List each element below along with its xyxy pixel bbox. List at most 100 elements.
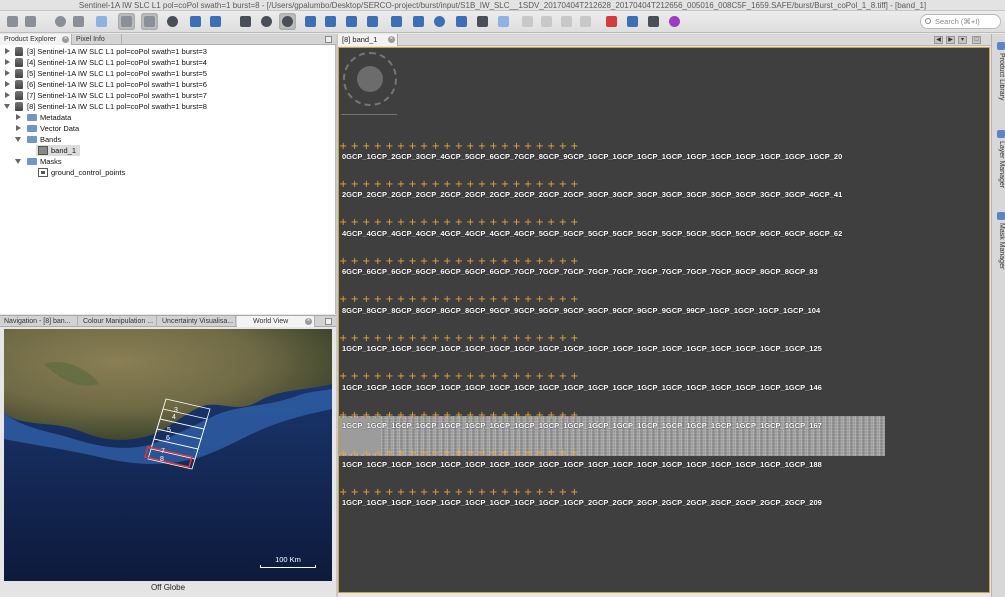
- collapse-arrow-icon[interactable]: [15, 137, 21, 142]
- close-icon[interactable]: ×: [62, 36, 69, 43]
- product-icon: [15, 80, 23, 89]
- tile-single-button[interactable]: [577, 13, 594, 30]
- graph-icon: [73, 16, 84, 27]
- expand-arrow-icon[interactable]: [16, 125, 21, 131]
- gcp-label-row: 1GCP_1GCP_1GCP_1GCP_1GCP_1GCP_1GCP_1GCP_…: [342, 460, 822, 469]
- navigation-control-icon[interactable]: [343, 52, 397, 106]
- tool-label: Layer Manager: [998, 141, 1005, 189]
- gcp-label-row: 4GCP_4GCP_4GCP_4GCP_4GCP_4GCP_4GCP_4GCP_…: [342, 229, 843, 238]
- pin-placing-icon: [305, 16, 316, 27]
- gcp-label-row: 2GCP_2GCP_2GCP_2GCP_2GCP_2GCP_2GCP_2GCP_…: [342, 190, 843, 199]
- pin-manager-button[interactable]: [141, 13, 158, 30]
- tab-world-view[interactable]: World View ×: [237, 316, 315, 327]
- tab-colour-manipulation[interactable]: Colour Manipulation ...: [79, 316, 157, 327]
- tree-item-label: Bands: [40, 135, 62, 144]
- tree-item-label: band_1: [51, 146, 77, 155]
- collapse-arrow-icon[interactable]: [15, 159, 21, 164]
- scroll-right-icon[interactable]: ▶: [946, 36, 955, 44]
- pin-placing-button[interactable]: [302, 13, 319, 30]
- pan-knob[interactable]: [357, 66, 383, 92]
- select-tool-button[interactable]: [237, 13, 254, 30]
- close-icon[interactable]: ×: [305, 318, 312, 325]
- tile-horizontal-button[interactable]: [538, 13, 555, 30]
- gcp-placing-button[interactable]: [322, 13, 339, 30]
- plugin-icon: [669, 16, 680, 27]
- scroll-left-icon[interactable]: ◀: [934, 36, 943, 44]
- collapse-arrow-icon[interactable]: [4, 104, 10, 109]
- app-window: Sentinel-1A IW SLC L1 pol=coPol swath=1 …: [0, 0, 1005, 597]
- magic-wand-button[interactable]: [364, 13, 381, 30]
- expand-arrow-icon[interactable]: [5, 70, 10, 76]
- tree-item-label: ground_control_points: [51, 168, 126, 177]
- session-icon: [55, 16, 66, 27]
- world-map: 3 4 5 6 7 8: [4, 329, 332, 581]
- graph-button[interactable]: [70, 13, 87, 30]
- gcp-marker-row: + + + + + + + + + + + + + + + + + + + + …: [339, 217, 579, 228]
- close-icon[interactable]: ×: [388, 36, 395, 43]
- tab-label: Uncertainty Visualisa...: [162, 318, 234, 325]
- tile-evenly-button[interactable]: [519, 13, 536, 30]
- tab-label: Colour Manipulation ...: [83, 318, 154, 325]
- save-product-button[interactable]: [22, 13, 39, 30]
- select-tool-icon: [240, 16, 251, 27]
- gcp-manager-button[interactable]: [164, 13, 181, 30]
- tool-product-library[interactable]: Product Library: [993, 42, 1005, 100]
- expand-arrow-icon[interactable]: [5, 48, 10, 54]
- tile-vertical-icon: [561, 16, 572, 27]
- measure-button[interactable]: [495, 13, 512, 30]
- gcp-marker-row: + + + + + + + + + + + + + + + + + + + + …: [339, 179, 579, 190]
- band-maths-button[interactable]: [93, 13, 110, 30]
- tree-item-label: [5] Sentinel-1A IW SLC L1 pol=coPol swat…: [27, 69, 207, 78]
- save-product-icon: [25, 16, 36, 27]
- spectrum-button[interactable]: [474, 13, 491, 30]
- pan-tool-button[interactable]: [258, 13, 275, 30]
- draw-line-button[interactable]: [453, 13, 470, 30]
- draw-ellipse-button[interactable]: [431, 13, 448, 30]
- binary-button[interactable]: [645, 13, 662, 30]
- tab-list-icon[interactable]: ▾: [958, 36, 967, 44]
- maximize-icon[interactable]: □: [972, 36, 981, 44]
- tab-navigation[interactable]: Navigation - [8] ban...: [0, 316, 78, 327]
- gcp-placing-icon: [210, 16, 221, 27]
- gcp-marker-row: + + + + + + + + + + + + + + + + + + + + …: [339, 448, 579, 459]
- footprint-label: 7: [161, 448, 165, 455]
- minimize-panel-button[interactable]: [325, 36, 332, 43]
- plugin-button[interactable]: [666, 13, 683, 30]
- expand-arrow-icon[interactable]: [16, 114, 21, 120]
- tab-pixel-info[interactable]: Pixel Info: [72, 34, 122, 45]
- tree-item-band-1[interactable]: band_1: [36, 145, 80, 156]
- gcp-label-row: 1GCP_1GCP_1GCP_1GCP_1GCP_1GCP_1GCP_1GCP_…: [342, 344, 822, 353]
- draw-rectangle-button[interactable]: [388, 13, 405, 30]
- product-icon: [15, 47, 23, 56]
- expand-arrow-icon[interactable]: [5, 81, 10, 87]
- zoom-tool-button[interactable]: [279, 13, 296, 30]
- tab-label: Navigation - [8] ban...: [4, 318, 71, 325]
- session-button[interactable]: [52, 13, 69, 30]
- expand-arrow-icon[interactable]: [5, 92, 10, 98]
- satellite-button[interactable]: [603, 13, 620, 30]
- expand-arrow-icon[interactable]: [5, 59, 10, 65]
- tab-product-explorer[interactable]: Product Explorer ×: [0, 34, 72, 45]
- tool-mask-manager[interactable]: Mask Manager: [993, 212, 1005, 269]
- gcp-marker-row: + + + + + + + + + + + + + + + + + + + + …: [339, 256, 579, 267]
- tool-layer-manager[interactable]: Layer Manager: [993, 130, 1005, 188]
- draw-polygon-button[interactable]: [410, 13, 427, 30]
- open-product-button[interactable]: [4, 13, 21, 30]
- gcp-tool-button[interactable]: [207, 13, 224, 30]
- gcp-marker-row: + + + + + + + + + + + + + + + + + + + + …: [339, 410, 579, 421]
- pin-tool-button[interactable]: [187, 13, 204, 30]
- footprint-label: 4: [172, 414, 176, 421]
- world-view-globe[interactable]: 3 4 5 6 7 8 100 Km: [4, 329, 332, 581]
- minimize-panel-button[interactable]: [325, 318, 332, 325]
- range-finder-button[interactable]: [343, 13, 360, 30]
- tile-vertical-button[interactable]: [558, 13, 575, 30]
- product-icon: [15, 102, 23, 111]
- product-explorer-tabs: Product Explorer × Pixel Info: [0, 34, 336, 45]
- image-canvas[interactable]: + + + + + + + + + + + + + + + + + + + + …: [338, 47, 990, 593]
- layers-button[interactable]: [118, 13, 135, 30]
- tab-band-1[interactable]: [8] band_1 ×: [338, 34, 398, 46]
- search-input[interactable]: Search (⌘+I): [920, 14, 1001, 29]
- graph-builder-button[interactable]: [624, 13, 641, 30]
- zoom-slider[interactable]: [341, 114, 397, 118]
- tab-uncertainty-visualisation[interactable]: Uncertainty Visualisa...: [158, 316, 236, 327]
